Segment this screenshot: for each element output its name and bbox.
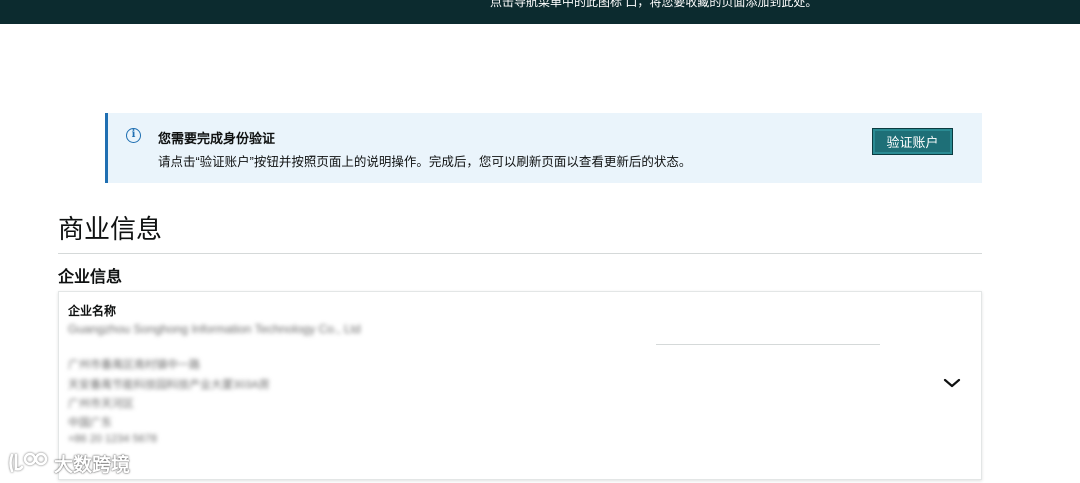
company-name-value: Guangzhou Songhong Information Technolog…	[68, 322, 361, 336]
info-icon: i	[126, 128, 141, 143]
watermark-logo: 大数跨境	[8, 448, 130, 478]
address-line: 广州市番禺区南村镇中一路	[68, 359, 200, 371]
identity-verification-alert: i 您需要完成身份验证 请点击“验证账户”按钮并按照页面上的说明操作。完成后，您…	[105, 113, 982, 183]
section-title: 企业信息	[58, 269, 123, 286]
title-divider	[58, 253, 982, 254]
top-banner-text: 点击导航菜单中的此图标 口，将您要收藏的页面添加到此处。	[490, 0, 818, 9]
top-banner: 点击导航菜单中的此图标 口，将您要收藏的页面添加到此处。	[0, 0, 1080, 24]
alert-message: 请点击“验证账户”按钮并按照页面上的说明操作。完成后，您可以刷新页面以查看更新后…	[158, 155, 692, 169]
chevron-down-icon[interactable]	[942, 373, 962, 393]
card-divider	[656, 344, 880, 345]
watermark-logo-icon	[9, 452, 48, 473]
address-line: 广州市天河区	[68, 398, 134, 410]
verify-account-button[interactable]: 验证账户	[872, 128, 953, 155]
watermark-text: 大数跨境	[54, 454, 131, 476]
page-title: 商业信息	[58, 214, 163, 244]
company-name-label: 企业名称	[68, 304, 117, 318]
address-line: 中国广东	[68, 417, 112, 429]
business-info-card[interactable]: 企业名称 Guangzhou Songhong Information Tech…	[58, 291, 982, 480]
address-line: 天安番禺节能科技园科技产业大厦303A房	[68, 379, 270, 391]
address-line: +86 20 1234 5678	[68, 433, 158, 445]
alert-title: 您需要完成身份验证	[158, 131, 276, 146]
